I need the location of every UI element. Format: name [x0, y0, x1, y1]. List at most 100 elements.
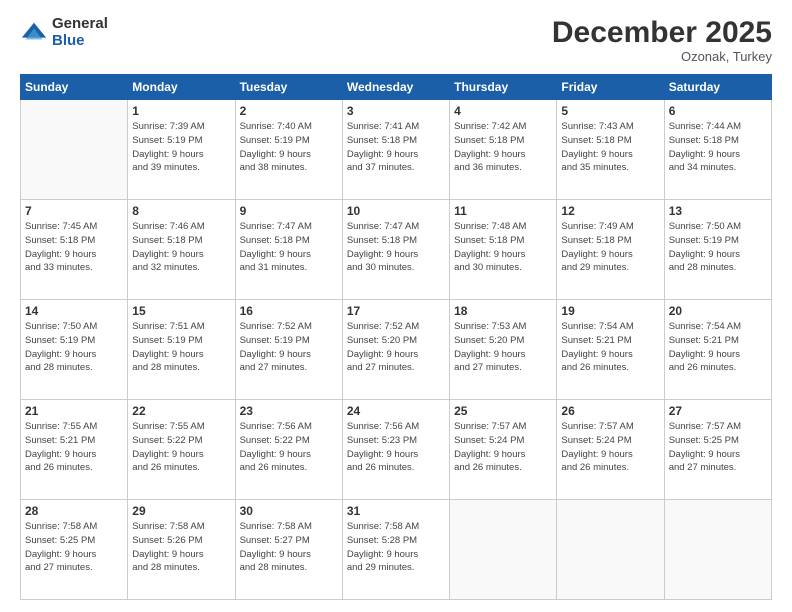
calendar-week-row: 1Sunrise: 7:39 AMSunset: 5:19 PMDaylight… — [21, 100, 772, 200]
calendar-cell: 28 Sunrise: 7:58 AMSunset: 5:25 PMDayligh… — [21, 500, 128, 600]
calendar-cell — [21, 100, 128, 200]
day-sun-info: Sunrise: 7:58 AMSunset: 5:27 PMDaylight:… — [240, 520, 338, 575]
header-day-thursday: Thursday — [450, 75, 557, 100]
title-block: December 2025 Ozonak, Turkey — [552, 16, 772, 64]
header-day-monday: Monday — [128, 75, 235, 100]
calendar-cell: 13Sunrise: 7:50 AMSunset: 5:19 PMDayligh… — [664, 200, 771, 300]
day-sun-info: Sunrise: 7:58 AMSunset: 5:28 PMDaylight:… — [347, 520, 445, 575]
day-number: 16 — [240, 304, 338, 318]
day-sun-info: Sunrise: 7:56 AMSunset: 5:23 PMDaylight:… — [347, 420, 445, 475]
day-sun-info: Sunrise: 7:52 AMSunset: 5:20 PMDaylight:… — [347, 320, 445, 375]
day-number: 22 — [132, 404, 230, 418]
day-sun-info: Sunrise: 7:44 AMSunset: 5:18 PMDaylight:… — [669, 120, 767, 175]
calendar-cell: 14Sunrise: 7:50 AMSunset: 5:19 PMDayligh… — [21, 300, 128, 400]
calendar-cell: 24 Sunrise: 7:56 AMSunset: 5:23 PMDayligh… — [342, 400, 449, 500]
page: General Blue December 2025 Ozonak, Turke… — [0, 0, 792, 612]
header-day-wednesday: Wednesday — [342, 75, 449, 100]
day-sun-info: Sunrise: 7:47 AMSunset: 5:18 PMDaylight:… — [347, 220, 445, 275]
calendar-cell: 2Sunrise: 7:40 AMSunset: 5:19 PMDaylight… — [235, 100, 342, 200]
header-day-sunday: Sunday — [21, 75, 128, 100]
day-number: 5 — [561, 104, 659, 118]
day-number: 1 — [132, 104, 230, 118]
day-number: 24 — [347, 404, 445, 418]
day-number: 9 — [240, 204, 338, 218]
calendar-cell: 6Sunrise: 7:44 AMSunset: 5:18 PMDaylight… — [664, 100, 771, 200]
calendar-cell: 31 Sunrise: 7:58 AMSunset: 5:28 PMDayligh… — [342, 500, 449, 600]
day-sun-info: Sunrise: 7:58 AMSunset: 5:25 PMDaylight:… — [25, 520, 123, 575]
logo-blue-text: Blue — [52, 33, 108, 50]
calendar-cell: 30 Sunrise: 7:58 AMSunset: 5:27 PMDayligh… — [235, 500, 342, 600]
day-number: 7 — [25, 204, 123, 218]
day-number: 30 — [240, 504, 338, 518]
calendar-header: SundayMondayTuesdayWednesdayThursdayFrid… — [21, 75, 772, 100]
day-sun-info: Sunrise: 7:57 AMSunset: 5:24 PMDaylight:… — [454, 420, 552, 475]
calendar-cell: 25 Sunrise: 7:57 AMSunset: 5:24 PMDayligh… — [450, 400, 557, 500]
day-sun-info: Sunrise: 7:57 AMSunset: 5:24 PMDaylight:… — [561, 420, 659, 475]
calendar-cell: 3Sunrise: 7:41 AMSunset: 5:18 PMDaylight… — [342, 100, 449, 200]
calendar-cell — [557, 500, 664, 600]
day-sun-info: Sunrise: 7:54 AMSunset: 5:21 PMDaylight:… — [669, 320, 767, 375]
calendar-cell: 23Sunrise: 7:56 AMSunset: 5:22 PMDayligh… — [235, 400, 342, 500]
calendar-cell: 10 Sunrise: 7:47 AMSunset: 5:18 PMDayligh… — [342, 200, 449, 300]
calendar-cell: 16 Sunrise: 7:52 AMSunset: 5:19 PMDayligh… — [235, 300, 342, 400]
calendar-cell: 22Sunrise: 7:55 AMSunset: 5:22 PMDayligh… — [128, 400, 235, 500]
calendar-cell: 17 Sunrise: 7:52 AMSunset: 5:20 PMDayligh… — [342, 300, 449, 400]
day-sun-info: Sunrise: 7:51 AMSunset: 5:19 PMDaylight:… — [132, 320, 230, 375]
day-number: 17 — [347, 304, 445, 318]
day-sun-info: Sunrise: 7:57 AMSunset: 5:25 PMDaylight:… — [669, 420, 767, 475]
day-sun-info: Sunrise: 7:41 AMSunset: 5:18 PMDaylight:… — [347, 120, 445, 175]
day-sun-info: Sunrise: 7:55 AMSunset: 5:21 PMDaylight:… — [25, 420, 123, 475]
day-number: 4 — [454, 104, 552, 118]
day-number: 20 — [669, 304, 767, 318]
header-row: SundayMondayTuesdayWednesdayThursdayFrid… — [21, 75, 772, 100]
day-number: 19 — [561, 304, 659, 318]
day-number: 26 — [561, 404, 659, 418]
day-sun-info: Sunrise: 7:58 AMSunset: 5:26 PMDaylight:… — [132, 520, 230, 575]
header: General Blue December 2025 Ozonak, Turke… — [20, 16, 772, 64]
logo-icon — [20, 19, 48, 47]
day-number: 25 — [454, 404, 552, 418]
day-number: 15 — [132, 304, 230, 318]
day-number: 8 — [132, 204, 230, 218]
day-number: 21 — [25, 404, 123, 418]
calendar-week-row: 7Sunrise: 7:45 AMSunset: 5:18 PMDaylight… — [21, 200, 772, 300]
header-day-friday: Friday — [557, 75, 664, 100]
day-number: 29 — [132, 504, 230, 518]
day-sun-info: Sunrise: 7:46 AMSunset: 5:18 PMDaylight:… — [132, 220, 230, 275]
calendar-cell: 9 Sunrise: 7:47 AMSunset: 5:18 PMDaylight… — [235, 200, 342, 300]
day-number: 18 — [454, 304, 552, 318]
calendar-table: SundayMondayTuesdayWednesdayThursdayFrid… — [20, 74, 772, 600]
day-number: 27 — [669, 404, 767, 418]
day-sun-info: Sunrise: 7:56 AMSunset: 5:22 PMDaylight:… — [240, 420, 338, 475]
calendar-cell: 26 Sunrise: 7:57 AMSunset: 5:24 PMDayligh… — [557, 400, 664, 500]
calendar-cell — [664, 500, 771, 600]
calendar-cell: 12Sunrise: 7:49 AMSunset: 5:18 PMDayligh… — [557, 200, 664, 300]
logo-general-text: General — [52, 16, 108, 33]
calendar-week-row: 21 Sunrise: 7:55 AMSunset: 5:21 PMDayligh… — [21, 400, 772, 500]
calendar-cell: 8 Sunrise: 7:46 AMSunset: 5:18 PMDaylight… — [128, 200, 235, 300]
day-sun-info: Sunrise: 7:54 AMSunset: 5:21 PMDaylight:… — [561, 320, 659, 375]
calendar-cell: 7Sunrise: 7:45 AMSunset: 5:18 PMDaylight… — [21, 200, 128, 300]
calendar-cell — [450, 500, 557, 600]
calendar-cell: 21 Sunrise: 7:55 AMSunset: 5:21 PMDayligh… — [21, 400, 128, 500]
day-sun-info: Sunrise: 7:53 AMSunset: 5:20 PMDaylight:… — [454, 320, 552, 375]
day-sun-info: Sunrise: 7:42 AMSunset: 5:18 PMDaylight:… — [454, 120, 552, 175]
calendar-cell: 19 Sunrise: 7:54 AMSunset: 5:21 PMDayligh… — [557, 300, 664, 400]
calendar-cell: 4 Sunrise: 7:42 AMSunset: 5:18 PMDaylight… — [450, 100, 557, 200]
day-sun-info: Sunrise: 7:40 AMSunset: 5:19 PMDaylight:… — [240, 120, 338, 175]
calendar-body: 1Sunrise: 7:39 AMSunset: 5:19 PMDaylight… — [21, 100, 772, 600]
day-number: 28 — [25, 504, 123, 518]
day-number: 10 — [347, 204, 445, 218]
calendar-cell: 15 Sunrise: 7:51 AMSunset: 5:19 PMDayligh… — [128, 300, 235, 400]
day-number: 31 — [347, 504, 445, 518]
calendar-week-row: 14Sunrise: 7:50 AMSunset: 5:19 PMDayligh… — [21, 300, 772, 400]
day-sun-info: Sunrise: 7:43 AMSunset: 5:18 PMDaylight:… — [561, 120, 659, 175]
day-sun-info: Sunrise: 7:48 AMSunset: 5:18 PMDaylight:… — [454, 220, 552, 275]
calendar-week-row: 28 Sunrise: 7:58 AMSunset: 5:25 PMDayligh… — [21, 500, 772, 600]
calendar-cell: 20 Sunrise: 7:54 AMSunset: 5:21 PMDayligh… — [664, 300, 771, 400]
calendar-cell: 1Sunrise: 7:39 AMSunset: 5:19 PMDaylight… — [128, 100, 235, 200]
day-sun-info: Sunrise: 7:52 AMSunset: 5:19 PMDaylight:… — [240, 320, 338, 375]
day-number: 14 — [25, 304, 123, 318]
day-sun-info: Sunrise: 7:47 AMSunset: 5:18 PMDaylight:… — [240, 220, 338, 275]
calendar-cell: 18 Sunrise: 7:53 AMSunset: 5:20 PMDayligh… — [450, 300, 557, 400]
